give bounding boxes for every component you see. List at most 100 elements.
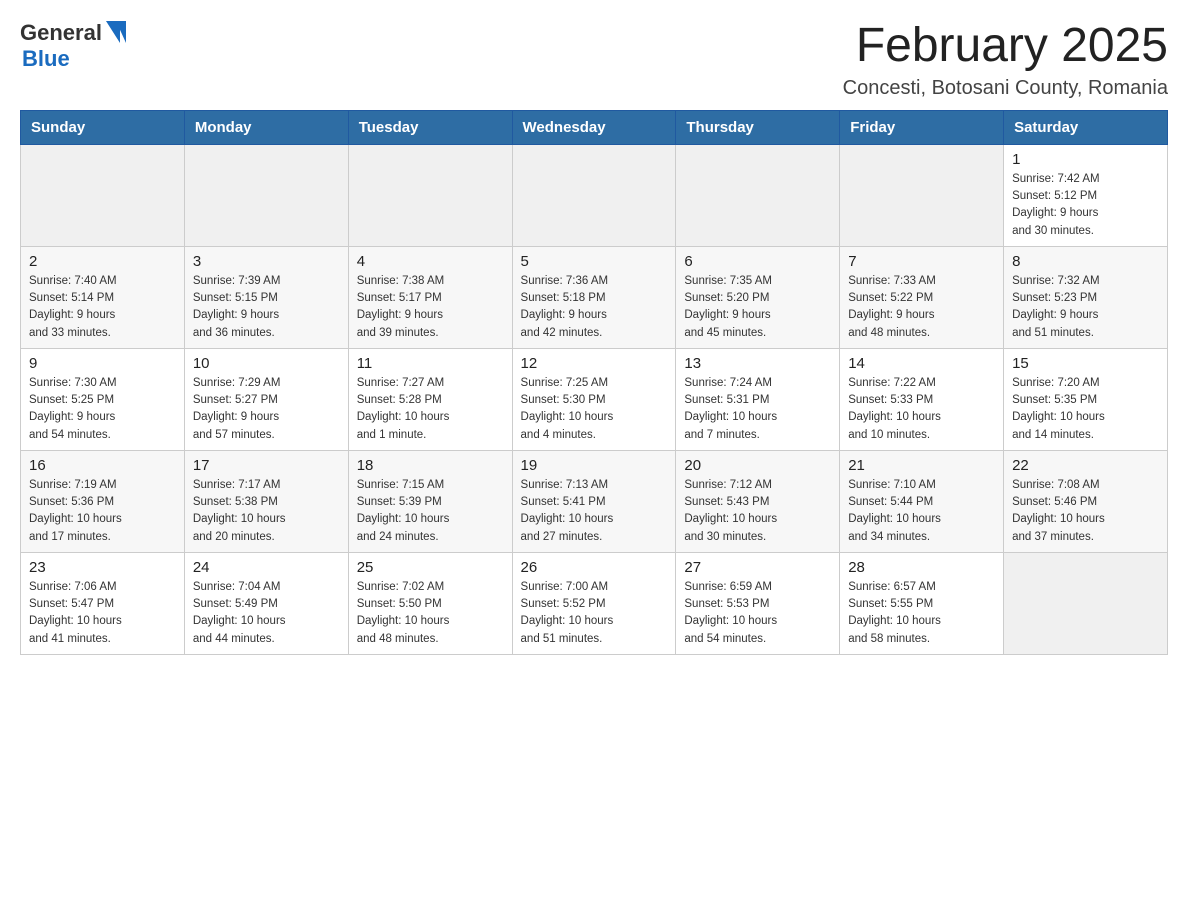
day-number: 17	[193, 457, 340, 474]
calendar-day-cell: 20 Sunrise: 7:12 AM Sunset: 5:43 PM Dayli…	[676, 450, 840, 552]
logo-blue-text: Blue	[22, 46, 70, 71]
logo: General Blue	[20, 20, 126, 72]
day-number: 21	[848, 457, 995, 474]
weekday-header-wednesday: Wednesday	[512, 110, 676, 144]
calendar-day-cell: 28Sunrise: 6:57 AM Sunset: 5:55 PM Dayli…	[840, 552, 1004, 654]
day-number: 6	[684, 253, 831, 270]
day-number: 4	[357, 253, 504, 270]
day-number: 24	[193, 559, 340, 576]
location-subtitle: Concesti, Botosani County, Romania	[843, 77, 1168, 100]
calendar-day-cell	[21, 144, 185, 246]
calendar-day-cell	[348, 144, 512, 246]
day-info: Sunrise: 7:17 AM Sunset: 5:38 PM Dayligh…	[193, 477, 340, 546]
calendar-day-cell: 26 Sunrise: 7:00 AM Sunset: 5:52 PM Dayli…	[512, 552, 676, 654]
day-info: Sunrise: 7:19 AM Sunset: 5:36 PM Dayligh…	[29, 477, 176, 546]
day-info: Sunrise: 7:27 AM Sunset: 5:28 PM Dayligh…	[357, 375, 504, 444]
calendar-day-cell: 22 Sunrise: 7:08 AM Sunset: 5:46 PM Dayli…	[1004, 450, 1168, 552]
calendar-day-cell: 24 Sunrise: 7:04 AM Sunset: 5:49 PM Dayli…	[184, 552, 348, 654]
calendar-day-cell: 3 Sunrise: 7:39 AM Sunset: 5:15 PM Daylig…	[184, 246, 348, 348]
calendar-day-cell: 13 Sunrise: 7:24 AM Sunset: 5:31 PM Dayli…	[676, 348, 840, 450]
weekday-header-sunday: Sunday	[21, 110, 185, 144]
calendar-day-cell	[840, 144, 1004, 246]
calendar-day-cell: 6 Sunrise: 7:35 AM Sunset: 5:20 PM Daylig…	[676, 246, 840, 348]
day-info: Sunrise: 6:57 AM Sunset: 5:55 PM Dayligh…	[848, 579, 995, 648]
day-number: 16	[29, 457, 176, 474]
calendar-day-cell: 14 Sunrise: 7:22 AM Sunset: 5:33 PM Dayli…	[840, 348, 1004, 450]
calendar-day-cell	[512, 144, 676, 246]
calendar-day-cell: 23Sunrise: 7:06 AM Sunset: 5:47 PM Dayli…	[21, 552, 185, 654]
day-info: Sunrise: 7:12 AM Sunset: 5:43 PM Dayligh…	[684, 477, 831, 546]
calendar-day-cell: 9 Sunrise: 7:30 AM Sunset: 5:25 PM Daylig…	[21, 348, 185, 450]
calendar-day-cell	[184, 144, 348, 246]
calendar-day-cell: 2Sunrise: 7:40 AM Sunset: 5:14 PM Daylig…	[21, 246, 185, 348]
day-number: 18	[357, 457, 504, 474]
day-info: Sunrise: 6:59 AM Sunset: 5:53 PM Dayligh…	[684, 579, 831, 648]
day-info: Sunrise: 7:04 AM Sunset: 5:49 PM Dayligh…	[193, 579, 340, 648]
day-info: Sunrise: 7:02 AM Sunset: 5:50 PM Dayligh…	[357, 579, 504, 648]
day-info: Sunrise: 7:38 AM Sunset: 5:17 PM Dayligh…	[357, 273, 504, 342]
day-number: 1	[1012, 151, 1159, 168]
calendar-week-row: 16 Sunrise: 7:19 AM Sunset: 5:36 PM Dayli…	[21, 450, 1168, 552]
day-number: 13	[684, 355, 831, 372]
day-info: Sunrise: 7:32 AM Sunset: 5:23 PM Dayligh…	[1012, 273, 1159, 342]
day-number: 15	[1012, 355, 1159, 372]
calendar-day-cell: 21 Sunrise: 7:10 AM Sunset: 5:44 PM Dayli…	[840, 450, 1004, 552]
calendar-day-cell: 4 Sunrise: 7:38 AM Sunset: 5:17 PM Daylig…	[348, 246, 512, 348]
calendar-table: SundayMondayTuesdayWednesdayThursdayFrid…	[20, 110, 1168, 655]
day-info: Sunrise: 7:15 AM Sunset: 5:39 PM Dayligh…	[357, 477, 504, 546]
day-info: Sunrise: 7:25 AM Sunset: 5:30 PM Dayligh…	[521, 375, 668, 444]
day-info: Sunrise: 7:39 AM Sunset: 5:15 PM Dayligh…	[193, 273, 340, 342]
weekday-header-row: SundayMondayTuesdayWednesdayThursdayFrid…	[21, 110, 1168, 144]
day-number: 19	[521, 457, 668, 474]
calendar-day-cell: 18 Sunrise: 7:15 AM Sunset: 5:39 PM Dayli…	[348, 450, 512, 552]
calendar-day-cell: 12Sunrise: 7:25 AM Sunset: 5:30 PM Dayli…	[512, 348, 676, 450]
calendar-week-row: 1Sunrise: 7:42 AM Sunset: 5:12 PM Daylig…	[21, 144, 1168, 246]
calendar-day-cell	[676, 144, 840, 246]
day-number: 14	[848, 355, 995, 372]
calendar-day-cell: 25 Sunrise: 7:02 AM Sunset: 5:50 PM Dayli…	[348, 552, 512, 654]
weekday-header-monday: Monday	[184, 110, 348, 144]
calendar-day-cell: 17 Sunrise: 7:17 AM Sunset: 5:38 PM Dayli…	[184, 450, 348, 552]
month-year-heading: February 2025	[843, 20, 1168, 73]
weekday-header-thursday: Thursday	[676, 110, 840, 144]
day-number: 11	[357, 355, 504, 372]
day-info: Sunrise: 7:06 AM Sunset: 5:47 PM Dayligh…	[29, 579, 176, 648]
day-number: 20	[684, 457, 831, 474]
day-number: 7	[848, 253, 995, 270]
day-number: 9	[29, 355, 176, 372]
day-info: Sunrise: 7:08 AM Sunset: 5:46 PM Dayligh…	[1012, 477, 1159, 546]
day-info: Sunrise: 7:13 AM Sunset: 5:41 PM Dayligh…	[521, 477, 668, 546]
weekday-header-tuesday: Tuesday	[348, 110, 512, 144]
calendar-day-cell: 11 Sunrise: 7:27 AM Sunset: 5:28 PM Dayli…	[348, 348, 512, 450]
calendar-day-cell: 16 Sunrise: 7:19 AM Sunset: 5:36 PM Dayli…	[21, 450, 185, 552]
day-info: Sunrise: 7:10 AM Sunset: 5:44 PM Dayligh…	[848, 477, 995, 546]
day-number: 22	[1012, 457, 1159, 474]
day-info: Sunrise: 7:00 AM Sunset: 5:52 PM Dayligh…	[521, 579, 668, 648]
day-number: 27	[684, 559, 831, 576]
day-info: Sunrise: 7:33 AM Sunset: 5:22 PM Dayligh…	[848, 273, 995, 342]
day-number: 25	[357, 559, 504, 576]
day-info: Sunrise: 7:36 AM Sunset: 5:18 PM Dayligh…	[521, 273, 668, 342]
weekday-header-saturday: Saturday	[1004, 110, 1168, 144]
page-header: General Blue February 2025 Concesti, Bot…	[20, 20, 1168, 100]
day-info: Sunrise: 7:35 AM Sunset: 5:20 PM Dayligh…	[684, 273, 831, 342]
day-number: 8	[1012, 253, 1159, 270]
calendar-day-cell	[1004, 552, 1168, 654]
day-info: Sunrise: 7:30 AM Sunset: 5:25 PM Dayligh…	[29, 375, 176, 444]
day-info: Sunrise: 7:20 AM Sunset: 5:35 PM Dayligh…	[1012, 375, 1159, 444]
calendar-day-cell: 7 Sunrise: 7:33 AM Sunset: 5:22 PM Daylig…	[840, 246, 1004, 348]
weekday-header-friday: Friday	[840, 110, 1004, 144]
calendar-day-cell: 27 Sunrise: 6:59 AM Sunset: 5:53 PM Dayli…	[676, 552, 840, 654]
calendar-week-row: 2Sunrise: 7:40 AM Sunset: 5:14 PM Daylig…	[21, 246, 1168, 348]
calendar-week-row: 9 Sunrise: 7:30 AM Sunset: 5:25 PM Daylig…	[21, 348, 1168, 450]
calendar-day-cell: 10Sunrise: 7:29 AM Sunset: 5:27 PM Dayli…	[184, 348, 348, 450]
day-number: 26	[521, 559, 668, 576]
day-info: Sunrise: 7:24 AM Sunset: 5:31 PM Dayligh…	[684, 375, 831, 444]
calendar-week-row: 23Sunrise: 7:06 AM Sunset: 5:47 PM Dayli…	[21, 552, 1168, 654]
day-number: 5	[521, 253, 668, 270]
day-info: Sunrise: 7:22 AM Sunset: 5:33 PM Dayligh…	[848, 375, 995, 444]
day-number: 3	[193, 253, 340, 270]
title-block: February 2025 Concesti, Botosani County,…	[843, 20, 1168, 100]
calendar-day-cell: 15 Sunrise: 7:20 AM Sunset: 5:35 PM Dayli…	[1004, 348, 1168, 450]
calendar-day-cell: 5 Sunrise: 7:36 AM Sunset: 5:18 PM Daylig…	[512, 246, 676, 348]
